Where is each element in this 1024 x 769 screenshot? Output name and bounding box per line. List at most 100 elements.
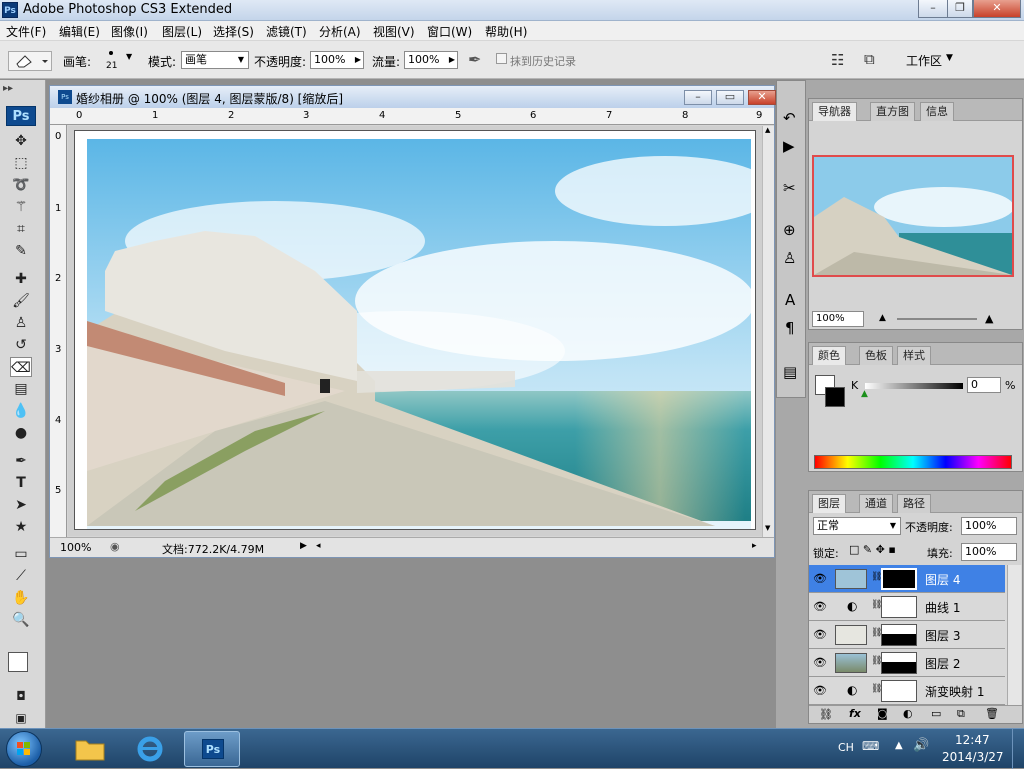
eye-icon[interactable]: 👁	[813, 684, 827, 697]
opacity-input[interactable]: 100% ▶	[310, 51, 364, 69]
tab-navigator[interactable]: 导航器	[812, 102, 857, 121]
brushes-panel-icon[interactable]: ⊕	[783, 221, 796, 239]
eraser-tool-icon[interactable]: ⌫	[10, 357, 32, 377]
clock-date[interactable]: 2014/3/27	[942, 750, 1004, 764]
doc-restore-button[interactable]: ▭	[716, 90, 744, 105]
history-brush-icon[interactable]: ↺	[10, 335, 32, 355]
show-desktop-button[interactable]	[1012, 729, 1024, 769]
slice-tool-icon[interactable]: ✎	[10, 241, 32, 261]
link-layers-icon[interactable]: ⛓	[819, 708, 833, 721]
menu-view[interactable]: 视图(V)	[373, 23, 415, 40]
canvas-area[interactable]	[68, 126, 762, 536]
tab-info[interactable]: 信息	[920, 102, 954, 121]
navigator-preview[interactable]	[812, 155, 1014, 277]
background-color[interactable]	[825, 387, 845, 407]
tab-channels[interactable]: 通道	[859, 494, 893, 513]
collapse-icon[interactable]: ▸▸	[3, 83, 13, 94]
photoshop-taskbar-button[interactable]: Ps	[184, 731, 240, 767]
eye-icon[interactable]: 👁	[813, 572, 827, 585]
fx-icon[interactable]: fx	[849, 707, 861, 720]
scroll-up-icon[interactable]: ▲	[765, 126, 770, 134]
menu-analysis[interactable]: 分析(A)	[319, 23, 361, 40]
brush-picker[interactable]: 21 ▼	[99, 47, 135, 75]
path-selection-icon[interactable]: ➤	[10, 495, 32, 515]
blend-mode-select[interactable]: 正常 ▼	[813, 517, 901, 535]
close-button[interactable]: ✕	[973, 0, 1021, 18]
explorer-taskbar-button[interactable]	[70, 733, 110, 765]
palette-well-icon[interactable]: ☷	[831, 51, 844, 69]
layer-row[interactable]: 👁 ◐ ⛓ 渐变映射 1	[809, 677, 1005, 705]
vertical-scrollbar[interactable]: ▲ ▼	[762, 126, 774, 537]
lasso-tool-icon[interactable]: ➰	[10, 175, 32, 195]
keyboard-icon[interactable]: ⌨	[862, 739, 879, 753]
zoom-level[interactable]: 100%	[60, 541, 91, 554]
menu-image[interactable]: 图像(I)	[111, 23, 148, 40]
menu-window[interactable]: 窗口(W)	[427, 23, 472, 40]
navigator-zoom-input[interactable]: 100%	[812, 311, 864, 327]
layers-scrollbar[interactable]	[1007, 565, 1021, 705]
eye-icon[interactable]: 👁	[813, 600, 827, 613]
tab-paths[interactable]: 路径	[897, 494, 931, 513]
scroll-down-icon[interactable]: ▼	[765, 524, 770, 532]
screen-mode-icon[interactable]: ▣	[10, 708, 32, 728]
layer-row[interactable]: 👁 ⛓ 图层 4	[809, 565, 1005, 593]
adjustment-icon[interactable]: ◐	[903, 707, 913, 720]
start-button[interactable]	[6, 731, 42, 767]
color-spectrum-bar[interactable]	[814, 455, 1012, 469]
clone-source-icon[interactable]: ♙	[783, 249, 796, 267]
chevron-down-icon[interactable]: ▼	[946, 53, 953, 63]
airbrush-icon[interactable]: ✒	[468, 50, 481, 69]
hand-tool-icon[interactable]: ✋	[10, 588, 32, 608]
magic-wand-icon[interactable]: ⚚	[10, 197, 32, 217]
zoom-out-icon[interactable]: ▲	[879, 313, 886, 323]
add-mask-icon[interactable]: ◙	[877, 707, 888, 720]
tab-layers[interactable]: 图层	[812, 494, 846, 513]
mode-select[interactable]: 画笔 ▼	[181, 51, 249, 69]
status-arrow-icon[interactable]: ▶	[300, 541, 307, 551]
clone-stamp-icon[interactable]: ♙	[10, 313, 32, 333]
layer-row[interactable]: 👁 ⛓ 图层 2	[809, 649, 1005, 677]
healing-brush-icon[interactable]: ✚	[10, 269, 32, 289]
paragraph-panel-icon[interactable]: ¶	[785, 319, 795, 337]
language-indicator[interactable]: CH	[838, 741, 854, 754]
menu-select[interactable]: 选择(S)	[213, 23, 254, 40]
type-tool-icon[interactable]: T	[10, 473, 32, 493]
channel-input[interactable]: 0	[967, 377, 1001, 393]
tab-swatches[interactable]: 色板	[859, 346, 893, 365]
k-slider[interactable]	[865, 383, 963, 389]
menu-help[interactable]: 帮助(H)	[485, 23, 527, 40]
layer-row[interactable]: 👁 ◐ ⛓ 曲线 1	[809, 593, 1005, 621]
tab-color[interactable]: 颜色	[812, 346, 846, 365]
document-canvas[interactable]	[74, 130, 756, 530]
layer-opacity-input[interactable]: 100%	[961, 517, 1017, 535]
eyedropper-icon[interactable]: ⟋	[10, 566, 32, 586]
slider-handle-icon[interactable]: ▲	[861, 389, 868, 399]
crop-tool-icon[interactable]: ⌗	[10, 219, 32, 239]
tool-presets-icon[interactable]: ✂	[783, 179, 796, 197]
new-group-icon[interactable]: ▭	[931, 707, 941, 720]
foreground-color-swatch[interactable]	[8, 652, 28, 672]
fill-input[interactable]: 100%	[961, 543, 1017, 561]
character-panel-icon[interactable]: A	[785, 291, 795, 309]
menu-file[interactable]: 文件(F)	[6, 23, 46, 40]
doc-minimize-button[interactable]: –	[684, 90, 712, 105]
photoshop-logo[interactable]: Ps	[6, 106, 36, 126]
notes-tool-icon[interactable]: ▭	[10, 544, 32, 564]
pen-tool-icon[interactable]: ✒	[10, 451, 32, 471]
workspace-label[interactable]: 工作区	[906, 52, 942, 69]
new-layer-icon[interactable]: ⧉	[957, 707, 965, 721]
tab-histogram[interactable]: 直方图	[870, 102, 915, 121]
doc-close-button[interactable]: ✕	[748, 90, 776, 105]
ie-taskbar-button[interactable]	[130, 733, 170, 765]
volume-icon[interactable]: 🔊	[913, 738, 929, 753]
history-panel-icon[interactable]: ↶	[783, 109, 796, 127]
zoom-tool-icon[interactable]: 🔍	[10, 610, 32, 630]
brush-tool-icon[interactable]: 🖌	[10, 291, 32, 311]
tool-preset-picker[interactable]	[8, 51, 52, 71]
status-menu-icon[interactable]: ◉	[110, 540, 120, 553]
scroll-left-icon[interactable]: ◂	[316, 541, 321, 551]
blur-tool-icon[interactable]: 💧	[10, 401, 32, 421]
scroll-right-icon[interactable]: ▸	[752, 541, 757, 551]
lock-icons[interactable]: □ ✎ ✥ ▪	[849, 543, 896, 556]
zoom-in-icon[interactable]: ▲	[985, 312, 993, 325]
